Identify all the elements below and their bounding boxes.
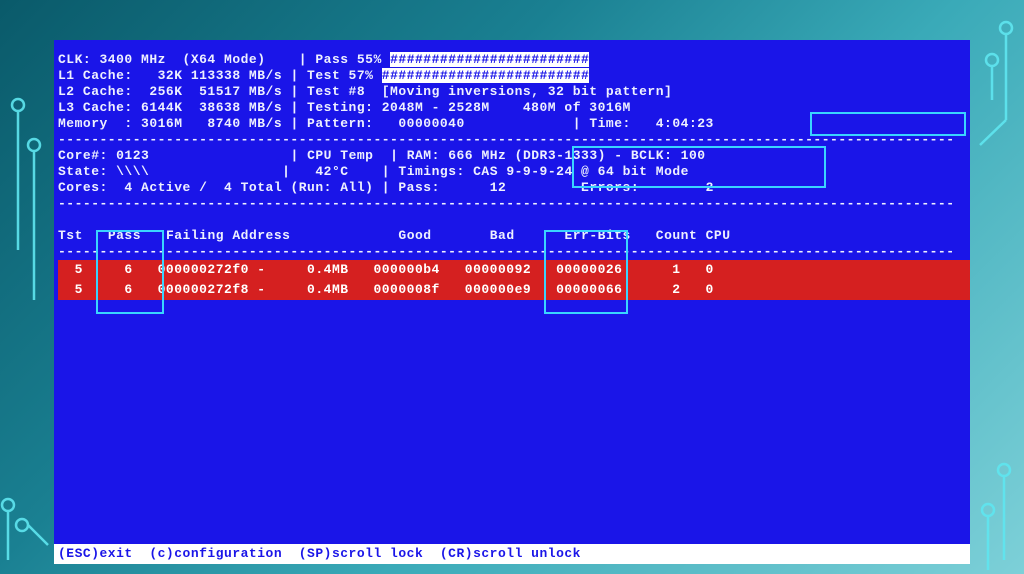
cputemp: 42°C <box>315 164 348 179</box>
l3-line: L3 Cache: 6144K 38638 MB/s <box>58 100 282 115</box>
clk-line: CLK: 3400 MHz (X64 Mode) <box>58 52 266 67</box>
l1-line: L1 Cache: 32K 113338 MB/s <box>58 68 282 83</box>
time-label: Time: <box>589 116 631 131</box>
pass-percent: Pass 55% <box>315 52 381 67</box>
timings-label: Timings: <box>398 164 464 179</box>
error-row: 5 6 000000272f8 - 0.4MB 0000008f 000000e… <box>58 280 970 300</box>
mem-line: Memory : 3016M 8740 MB/s <box>58 116 282 131</box>
divider-2: ----------------------------------------… <box>58 196 970 212</box>
pass-count-label: Pass: <box>398 180 440 195</box>
divider-3: ----------------------------------------… <box>58 244 970 260</box>
ram-mhz: MHz (DDR3-1333) - <box>481 148 622 163</box>
core-line: Core#: 0123 <box>58 148 149 163</box>
time-value: 4:04:23 <box>656 116 714 131</box>
test-bar: ######################### <box>382 68 590 83</box>
cputemp-label: CPU Temp <box>307 148 373 163</box>
column-headers: Tst Pass Failing Address Good Bad Err-Bi… <box>58 228 970 244</box>
timings: CAS 9-9-9-24 @ 64 <box>473 164 614 179</box>
bclk: BCLK: 100 <box>631 148 706 163</box>
cores-line: Cores: 4 Active / 4 Total <box>58 180 282 195</box>
run-all: (Run: All) <box>290 180 373 195</box>
test-percent: Test 57% <box>307 68 373 83</box>
error-row: 5 6 000000272f0 - 0.4MB 000000b4 0000009… <box>58 260 970 280</box>
errors-label: Errors: <box>581 180 639 195</box>
bitmode: bit Mode <box>623 164 689 179</box>
test-number: Test #8 [Moving inversions, 32 bit patte… <box>307 84 672 99</box>
errors-count: 2 <box>706 180 714 195</box>
footer-bar: (ESC)exit (c)configuration (SP)scroll lo… <box>54 544 970 564</box>
state-line: State: \\\\ <box>58 164 149 179</box>
pass-count: 12 <box>490 180 507 195</box>
divider-1: ----------------------------------------… <box>58 132 970 148</box>
ram-label: RAM: 666 <box>407 148 473 163</box>
testing-range: Testing: 2048M - 2528M 480M of 3016M <box>307 100 631 115</box>
pass-bar: ######################## <box>390 52 589 67</box>
l2-line: L2 Cache: 256K 51517 MB/s <box>58 84 282 99</box>
pattern: Pattern: 00000040 <box>307 116 465 131</box>
memtest-screen: CLK: 3400 MHz (X64 Mode) | Pass 55% ####… <box>54 40 970 564</box>
blank-row <box>58 212 970 228</box>
